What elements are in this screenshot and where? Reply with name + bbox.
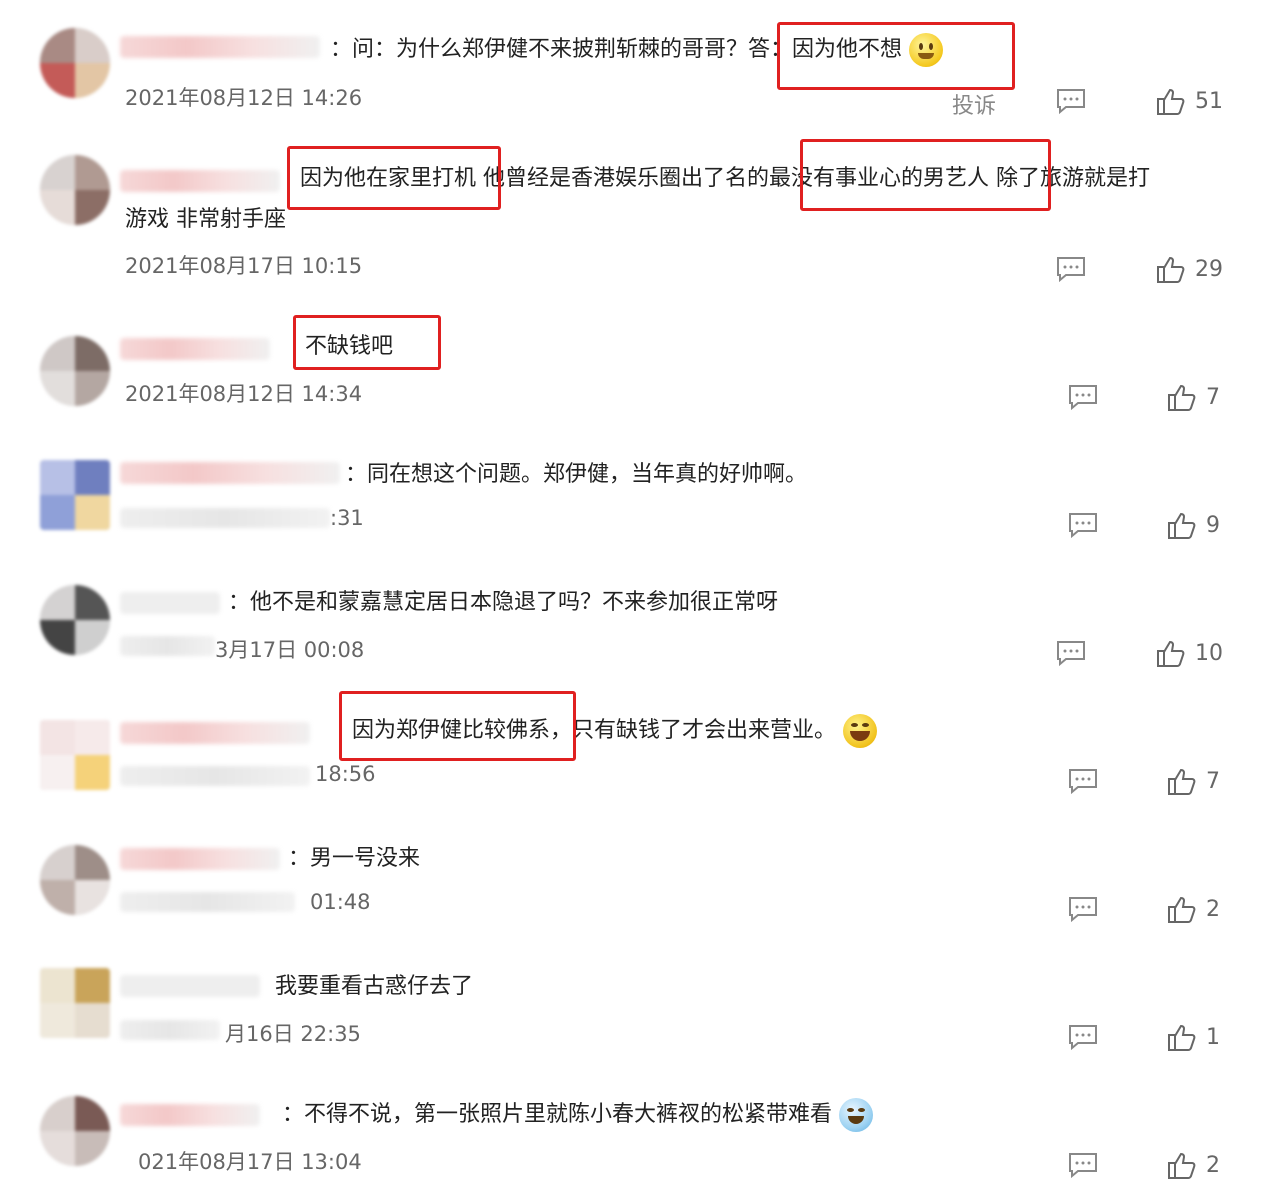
avatar[interactable] <box>40 585 110 655</box>
like-count: 9 <box>1206 512 1220 538</box>
highlight-box <box>293 315 441 370</box>
timestamp-blurred <box>120 636 215 656</box>
timestamp-blurred <box>120 508 330 528</box>
avatar[interactable] <box>40 155 110 225</box>
reply-icon[interactable] <box>1068 512 1098 538</box>
like-count: 7 <box>1206 384 1220 410</box>
timestamp: 2021年08月12日 14:26 <box>125 86 363 110</box>
like-button[interactable]: 7 <box>1166 766 1220 796</box>
timestamp: 月16日 22:35 <box>225 1022 361 1046</box>
like-button[interactable]: 29 <box>1155 254 1223 284</box>
like-button[interactable]: 2 <box>1166 1150 1220 1180</box>
username-blurred[interactable] <box>120 975 260 997</box>
username-blurred[interactable] <box>120 1104 260 1126</box>
like-count: 29 <box>1195 256 1223 282</box>
thumbs-up-icon <box>1168 896 1196 923</box>
like-count: 10 <box>1195 640 1223 666</box>
laughing-emoji-icon <box>843 714 878 748</box>
highlight-box <box>777 22 1015 90</box>
reply-icon[interactable] <box>1056 640 1086 666</box>
comment-text: ：他不是和蒙嘉慧定居日本隐退了吗？不来参加很正常呀 <box>228 590 779 615</box>
comment-text-line2: 游戏 非常射手座 <box>125 207 286 232</box>
avatar[interactable] <box>40 1096 110 1166</box>
thumbs-up-icon <box>1168 1152 1196 1179</box>
timestamp: :31 <box>330 506 364 530</box>
crying-laugh-emoji-icon <box>839 1098 874 1132</box>
avatar[interactable] <box>40 720 110 790</box>
thumbs-up-icon <box>1168 512 1196 539</box>
username-blurred[interactable] <box>120 36 320 58</box>
reply-icon[interactable] <box>1056 88 1086 114</box>
thumbs-up-icon <box>1157 88 1185 115</box>
username-blurred[interactable] <box>120 592 220 614</box>
like-count: 1 <box>1206 1024 1220 1050</box>
like-count: 7 <box>1206 768 1220 794</box>
like-button[interactable]: 2 <box>1166 894 1220 924</box>
highlight-box <box>287 146 501 210</box>
like-count: 2 <box>1206 896 1220 922</box>
like-count: 2 <box>1206 1152 1220 1178</box>
like-button[interactable]: 10 <box>1155 638 1223 668</box>
avatar[interactable] <box>40 460 110 530</box>
timestamp-blurred <box>120 766 310 786</box>
timestamp: 18:56 <box>315 762 376 786</box>
username-blurred[interactable] <box>120 462 340 484</box>
thumbs-up-icon <box>1168 1024 1196 1051</box>
timestamp: 2021年08月17日 10:15 <box>125 254 363 278</box>
like-button[interactable]: 51 <box>1155 86 1223 116</box>
avatar[interactable] <box>40 968 110 1038</box>
reply-icon[interactable] <box>1068 1152 1098 1178</box>
reply-icon[interactable] <box>1068 896 1098 922</box>
avatar[interactable] <box>40 336 110 406</box>
comment-text: ：同在想这个问题。郑伊健，当年真的好帅啊。 <box>345 462 808 487</box>
like-count: 51 <box>1195 88 1223 114</box>
comment-text: ：不得不说，第一张照片里就陈小春大裤衩的松紧带难看 <box>282 1096 874 1134</box>
report-link[interactable]: 投诉 <box>952 88 996 120</box>
timestamp-blurred <box>120 1020 220 1040</box>
timestamp: 021年08月17日 13:04 <box>138 1150 362 1174</box>
thumbs-up-icon <box>1168 384 1196 411</box>
username-blurred[interactable] <box>120 170 280 192</box>
like-button[interactable]: 7 <box>1166 382 1220 412</box>
reply-icon[interactable] <box>1056 256 1086 282</box>
thumbs-up-icon <box>1157 640 1185 667</box>
comment-text: ：男一号没来 <box>288 846 421 871</box>
comment-text: 我要重看古惑仔去了 <box>275 974 474 999</box>
timestamp: 3月17日 00:08 <box>215 638 365 662</box>
timestamp-blurred <box>120 892 295 912</box>
reply-icon[interactable] <box>1068 768 1098 794</box>
reply-icon[interactable] <box>1068 1024 1098 1050</box>
avatar[interactable] <box>40 845 110 915</box>
timestamp: 2021年08月12日 14:34 <box>125 382 363 406</box>
like-button[interactable]: 1 <box>1166 1022 1220 1052</box>
highlight-box <box>339 691 576 761</box>
avatar[interactable] <box>40 28 110 98</box>
timestamp: 01:48 <box>310 890 371 914</box>
highlight-box <box>800 139 1051 211</box>
reply-icon[interactable] <box>1068 384 1098 410</box>
username-blurred[interactable] <box>120 722 310 744</box>
thumbs-up-icon <box>1168 768 1196 795</box>
username-blurred[interactable] <box>120 848 280 870</box>
like-button[interactable]: 9 <box>1166 510 1220 540</box>
username-blurred[interactable] <box>120 338 270 360</box>
thumbs-up-icon <box>1157 256 1185 283</box>
